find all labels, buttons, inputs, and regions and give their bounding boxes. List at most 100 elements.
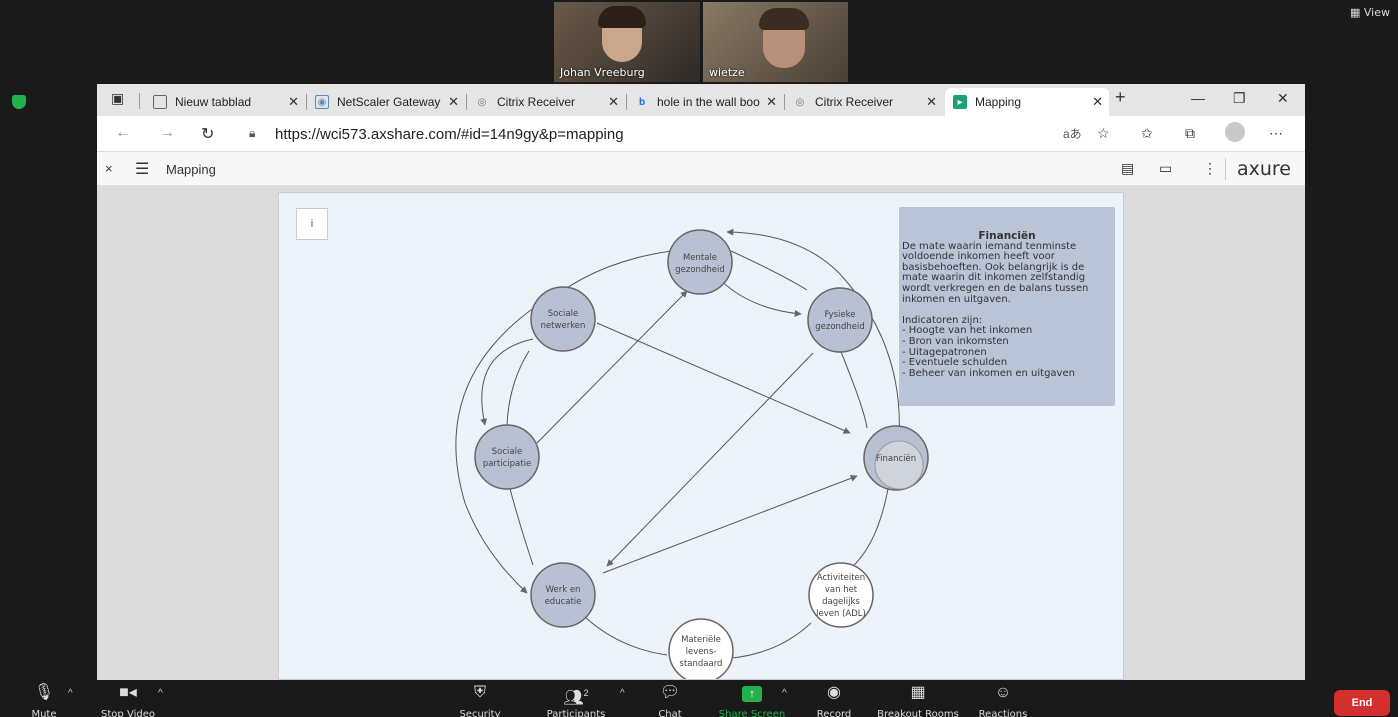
chat-label: Chat bbox=[658, 709, 682, 717]
security-shield-icon: ⛨ bbox=[473, 684, 486, 701]
new-tab-button[interactable]: + bbox=[1115, 87, 1126, 108]
share-options-caret-icon[interactable]: ^ bbox=[782, 688, 787, 699]
view-button[interactable]: ▦ View bbox=[1350, 6, 1390, 19]
link-fysieke-werk bbox=[606, 352, 814, 567]
tab-mapping[interactable]: ▸ Mapping ✕ bbox=[945, 88, 1109, 116]
encryption-shield-icon[interactable] bbox=[12, 95, 26, 109]
add-favorite-icon[interactable]: ☆ bbox=[1097, 125, 1110, 142]
node-label: van het bbox=[825, 585, 858, 595]
back-icon[interactable]: ← bbox=[115, 124, 131, 142]
link-mentale-fysieke-2 bbox=[730, 250, 808, 291]
translate-icon[interactable]: aあ bbox=[1063, 125, 1082, 142]
tab-label: hole in the wall boo bbox=[657, 95, 760, 109]
close-tab-icon[interactable]: ✕ bbox=[288, 94, 299, 110]
favorites-icon[interactable]: ✩ bbox=[1141, 125, 1153, 142]
node-label: dagelijks bbox=[822, 597, 860, 607]
more-menu-icon[interactable]: ⋯ bbox=[1269, 125, 1283, 142]
tab-citrix-1[interactable]: ◎ Citrix Receiver ✕ bbox=[467, 88, 627, 116]
node-sociale-netwerken[interactable]: Sociale netwerken bbox=[530, 286, 596, 352]
more-options-icon[interactable]: ⋮ bbox=[1203, 160, 1217, 177]
video-tile-wietze[interactable]: wietze bbox=[703, 2, 848, 82]
close-tab-icon[interactable]: ✕ bbox=[926, 94, 937, 110]
video-options-caret-icon[interactable]: ^ bbox=[158, 688, 163, 699]
node-mentale[interactable]: Mentale gezondheid bbox=[667, 229, 733, 295]
notes-icon[interactable]: ▤ bbox=[1121, 160, 1134, 177]
comments-icon[interactable]: ▭ bbox=[1159, 160, 1172, 177]
restore-icon[interactable]: ❐ bbox=[1233, 90, 1246, 107]
axure-share-icon: ▸ bbox=[953, 95, 967, 109]
url-text[interactable]: https://wci573.axshare.com/#id=14n9gy&p=… bbox=[275, 126, 624, 143]
axure-logo[interactable]: axure bbox=[1237, 158, 1291, 180]
chat-bubble-icon: 💬︎ bbox=[659, 684, 681, 701]
zoom-toolbar: 🎙︎ Mute ^ ■◂ Stop Video ^ ⛨ Security 👥︎2… bbox=[0, 680, 1398, 717]
record-label: Record bbox=[816, 709, 852, 717]
node-label: Sociale bbox=[548, 309, 578, 319]
participants-label: Participants bbox=[546, 709, 606, 717]
node-label: educatie bbox=[545, 597, 582, 607]
audio-options-caret-icon[interactable]: ^ bbox=[68, 688, 73, 699]
link-fysieke-financien bbox=[838, 346, 868, 429]
close-tab-icon[interactable]: ✕ bbox=[608, 94, 619, 110]
share-screen-button[interactable]: ↑ Share Screen bbox=[714, 683, 790, 717]
participants-icon: 👥︎2 bbox=[563, 688, 589, 707]
video-tile-johan[interactable]: Johan Vreeburg bbox=[554, 2, 700, 82]
close-sidebar-icon[interactable]: × bbox=[105, 161, 113, 176]
end-meeting-button[interactable]: End bbox=[1334, 690, 1390, 716]
participants-button[interactable]: 👥︎2 Participants bbox=[540, 683, 612, 717]
close-tab-icon[interactable]: ✕ bbox=[1092, 94, 1103, 110]
netscaler-icon: ◉ bbox=[315, 95, 329, 109]
refresh-icon[interactable]: ↻ bbox=[201, 124, 214, 144]
panel-body: De mate waarin iemand tenminste voldoend… bbox=[902, 240, 1089, 379]
share-screen-icon: ↑ bbox=[714, 683, 790, 703]
prototype-area: i Mentale gezondheid Sociale netwerken F… bbox=[97, 186, 1305, 680]
link-netwerken-financien bbox=[596, 322, 851, 434]
close-window-icon[interactable]: ✕ bbox=[1277, 90, 1289, 107]
tab-label: Citrix Receiver bbox=[497, 95, 576, 109]
close-tab-icon[interactable]: ✕ bbox=[448, 94, 459, 110]
tab-label: Citrix Receiver bbox=[815, 95, 894, 109]
link-adl-materiele bbox=[731, 622, 812, 659]
forward-icon[interactable]: → bbox=[159, 124, 175, 142]
security-button[interactable]: ⛨ Security bbox=[452, 683, 508, 717]
node-label: levens- bbox=[686, 647, 717, 657]
tab-citrix-2[interactable]: ◎ Citrix Receiver ✕ bbox=[785, 88, 943, 116]
node-financien[interactable]: Financiën bbox=[863, 425, 929, 491]
citrix-icon: ◎ bbox=[795, 96, 805, 108]
tab-actions-icon[interactable]: ▣ bbox=[111, 90, 124, 107]
tab-label: NetScaler Gateway bbox=[337, 95, 441, 109]
bing-icon: b bbox=[638, 96, 646, 108]
chat-button[interactable]: 💬︎ Chat bbox=[652, 683, 688, 717]
tab-label: Mapping bbox=[975, 95, 1022, 109]
link-materiele-werk bbox=[584, 616, 668, 656]
reactions-button[interactable]: ☺ Reactions bbox=[976, 683, 1030, 717]
breakout-rooms-button[interactable]: ▦ Breakout Rooms bbox=[874, 683, 962, 717]
record-button[interactable]: ◉ Record bbox=[812, 683, 856, 717]
stop-video-label: Stop Video bbox=[101, 709, 155, 717]
link-participatie-netwerken bbox=[506, 350, 530, 426]
stop-video-button[interactable]: ■◂ Stop Video bbox=[96, 683, 160, 717]
node-sociale-participatie[interactable]: Sociale participatie bbox=[474, 424, 540, 490]
node-materiele[interactable]: Materiële levens- standaard bbox=[668, 618, 734, 680]
tab-netscaler[interactable]: ◉ NetScaler Gateway ✕ bbox=[307, 88, 467, 116]
tab-hole-in-the-wall[interactable]: b hole in the wall boo ✕ bbox=[627, 88, 785, 116]
node-label: Sociale bbox=[492, 447, 522, 457]
tab-strip: ▣ Nieuw tabblad ✕ ◉ NetScaler Gateway ✕ … bbox=[97, 84, 1305, 116]
node-label: Fysieke bbox=[824, 310, 855, 320]
mute-button[interactable]: 🎙︎ Mute bbox=[28, 683, 60, 717]
close-tab-icon[interactable]: ✕ bbox=[766, 94, 777, 110]
menu-icon[interactable]: ☰ bbox=[135, 159, 149, 179]
node-werk[interactable]: Werk en educatie bbox=[530, 562, 596, 628]
minimize-icon[interactable]: — bbox=[1191, 90, 1205, 106]
divider bbox=[139, 93, 140, 109]
mute-label: Mute bbox=[31, 709, 57, 717]
breakout-rooms-label: Breakout Rooms bbox=[877, 709, 959, 717]
participants-caret-icon[interactable]: ^ bbox=[620, 688, 625, 699]
tab-nieuw-tabblad[interactable]: Nieuw tabblad ✕ bbox=[145, 88, 307, 116]
node-fysieke[interactable]: Fysieke gezondheid bbox=[807, 287, 873, 353]
view-label: View bbox=[1363, 6, 1390, 19]
lock-icon[interactable]: 🔒︎ bbox=[249, 126, 255, 141]
node-adl[interactable]: Activiteiten van het dagelijks leven (AD… bbox=[808, 562, 874, 628]
link-werk-financien bbox=[602, 474, 858, 574]
collections-icon[interactable]: ⧉ bbox=[1185, 125, 1195, 142]
profile-avatar-icon[interactable] bbox=[1225, 122, 1245, 142]
